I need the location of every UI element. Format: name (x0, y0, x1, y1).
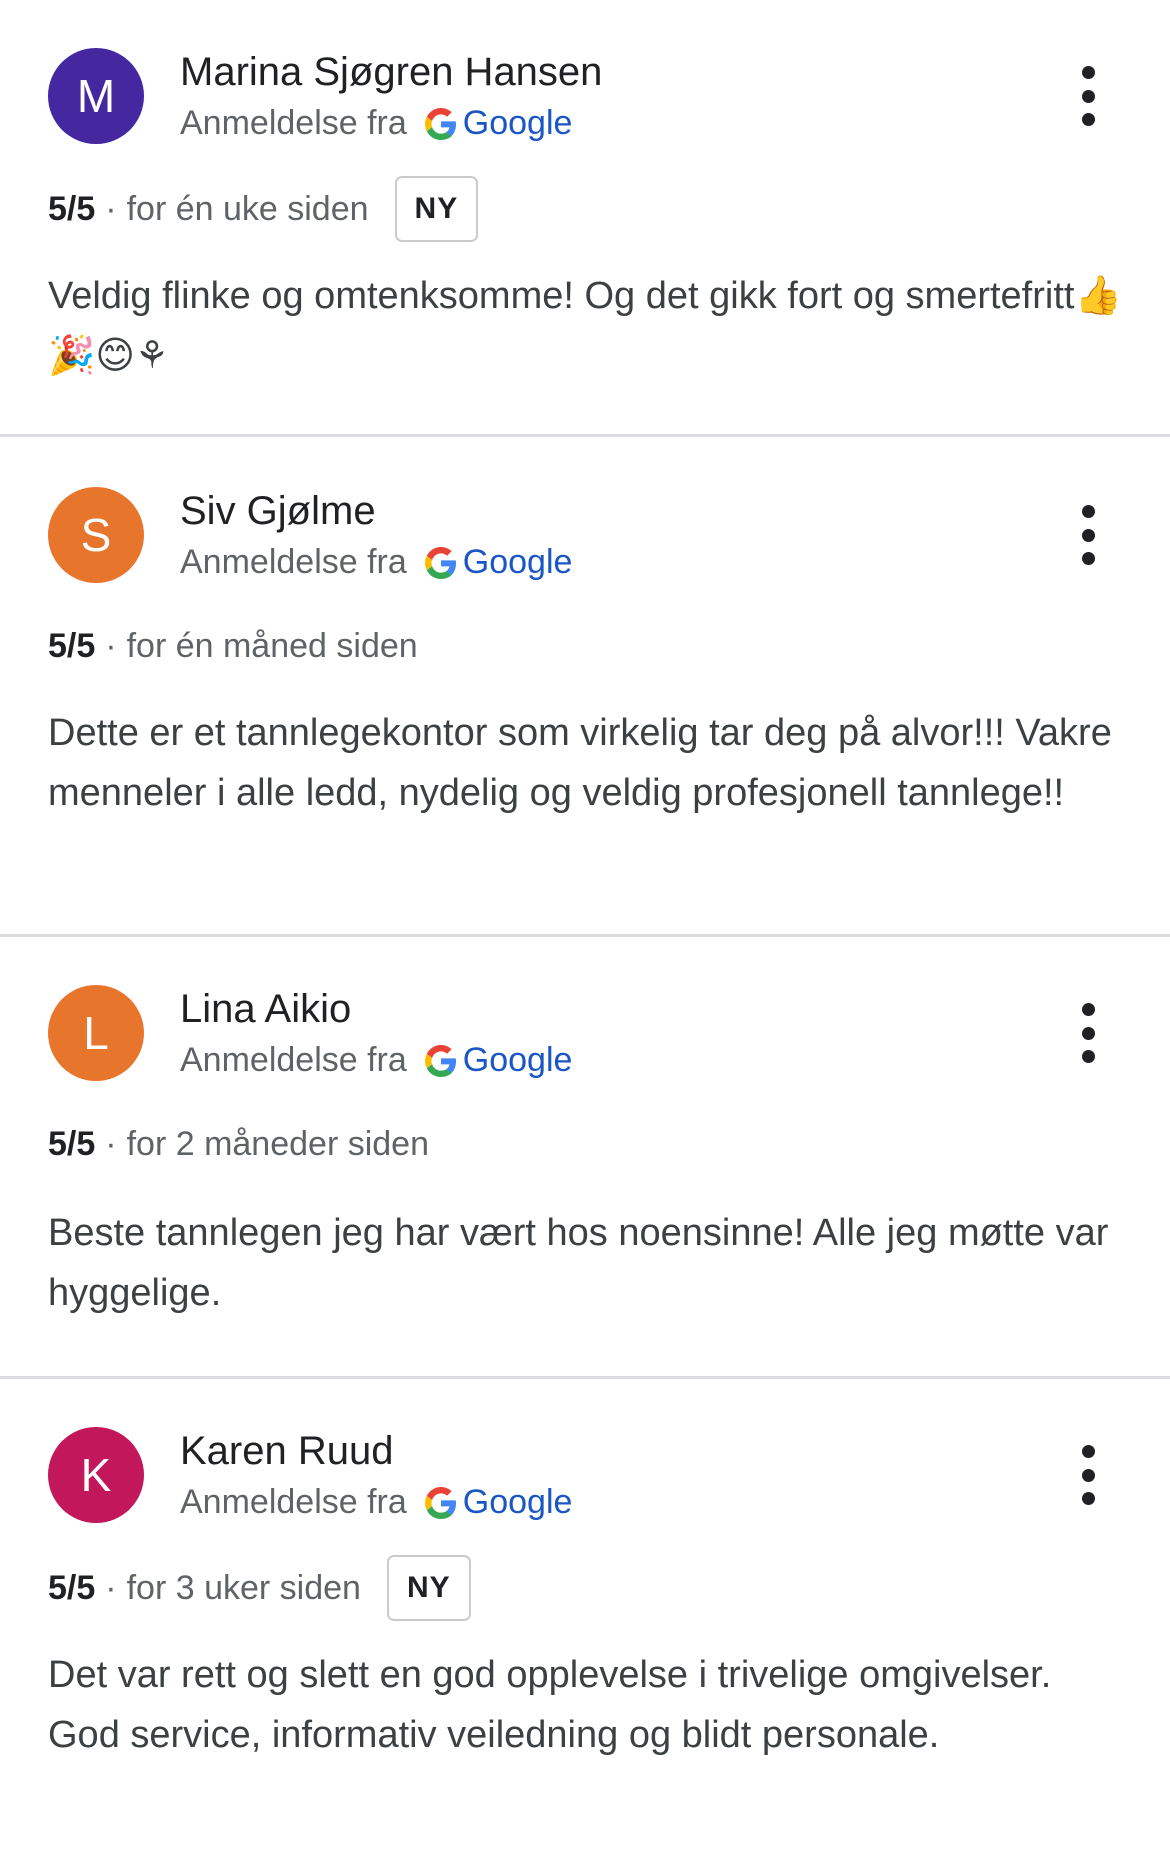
more-vert-icon (1081, 505, 1095, 518)
google-link[interactable]: Google (463, 543, 573, 582)
google-g-icon (424, 546, 456, 579)
review-meta: 5/5 · for 2 måneder siden (48, 1113, 429, 1175)
google-g-icon (424, 1486, 456, 1519)
more-options-button[interactable] (1068, 66, 1108, 126)
separator: · (105, 626, 117, 665)
rating: 5/5 (48, 1568, 96, 1607)
avatar[interactable]: S (48, 487, 144, 583)
review-source: Anmeldelse fra Google (180, 1041, 572, 1080)
google-link[interactable]: Google (463, 1041, 573, 1080)
source-prefix: Anmeldelse fra (180, 1041, 407, 1079)
more-vert-icon (1081, 1003, 1095, 1016)
review-text: Dette er et tannlegekontor som virkelig … (48, 712, 1112, 814)
more-options-button[interactable] (1068, 1003, 1108, 1063)
review-text: Veldig flinke og omtenksomme! Og det gik… (48, 275, 1122, 377)
more-options-button[interactable] (1068, 1445, 1108, 1505)
separator: · (105, 1568, 117, 1607)
new-badge: NY (386, 1555, 471, 1621)
reviewer-name[interactable]: Karen Ruud (180, 1429, 393, 1474)
reviews-list: M Marina Sjøgren Hansen Anmeldelse fra G… (0, 0, 1170, 1865)
review-text: Beste tannlegen jeg har vært hos noensin… (48, 1212, 1109, 1314)
reviewer-name[interactable]: Lina Aikio (180, 987, 351, 1032)
review-source: Anmeldelse fra Google (180, 104, 572, 143)
review-meta: 5/5 · for én uke siden NY (48, 176, 479, 242)
review-card: S Siv Gjølme Anmeldelse fra Google 5/5 ·… (0, 437, 1170, 937)
rating: 5/5 (48, 626, 96, 665)
separator: · (105, 1124, 117, 1163)
google-g-icon (424, 1044, 456, 1077)
review-text: Det var rett og slett en god opplevelse … (48, 1654, 1052, 1756)
review-time: for én uke siden (126, 189, 369, 228)
source-prefix: Anmeldelse fra (180, 543, 407, 581)
google-link[interactable]: Google (463, 104, 573, 143)
avatar[interactable]: M (48, 48, 144, 144)
rating: 5/5 (48, 1124, 96, 1163)
review-time: for 3 uker siden (126, 1568, 361, 1607)
review-card: K Karen Ruud Anmeldelse fra Google 5/5 ·… (0, 1379, 1170, 1865)
source-prefix: Anmeldelse fra (180, 104, 407, 142)
review-source: Anmeldelse fra Google (180, 1483, 572, 1522)
new-badge: NY (394, 176, 479, 242)
more-vert-icon (1081, 66, 1095, 79)
more-vert-icon (1081, 1445, 1095, 1458)
review-card: M Marina Sjøgren Hansen Anmeldelse fra G… (0, 0, 1170, 437)
avatar[interactable]: K (48, 1427, 144, 1523)
avatar[interactable]: L (48, 985, 144, 1081)
reviewer-name[interactable]: Marina Sjøgren Hansen (180, 50, 602, 95)
separator: · (105, 189, 117, 228)
reviewer-name[interactable]: Siv Gjølme (180, 489, 376, 534)
google-link[interactable]: Google (463, 1483, 573, 1522)
google-g-icon (424, 107, 456, 140)
review-source: Anmeldelse fra Google (180, 543, 572, 582)
review-time: for 2 måneder siden (126, 1124, 429, 1163)
review-card: L Lina Aikio Anmeldelse fra Google 5/5 ·… (0, 937, 1170, 1379)
source-prefix: Anmeldelse fra (180, 1483, 407, 1521)
review-meta: 5/5 · for 3 uker siden NY (48, 1555, 471, 1621)
more-options-button[interactable] (1068, 505, 1108, 565)
review-meta: 5/5 · for én måned siden (48, 615, 418, 677)
rating: 5/5 (48, 189, 96, 228)
review-time: for én måned siden (126, 626, 418, 665)
